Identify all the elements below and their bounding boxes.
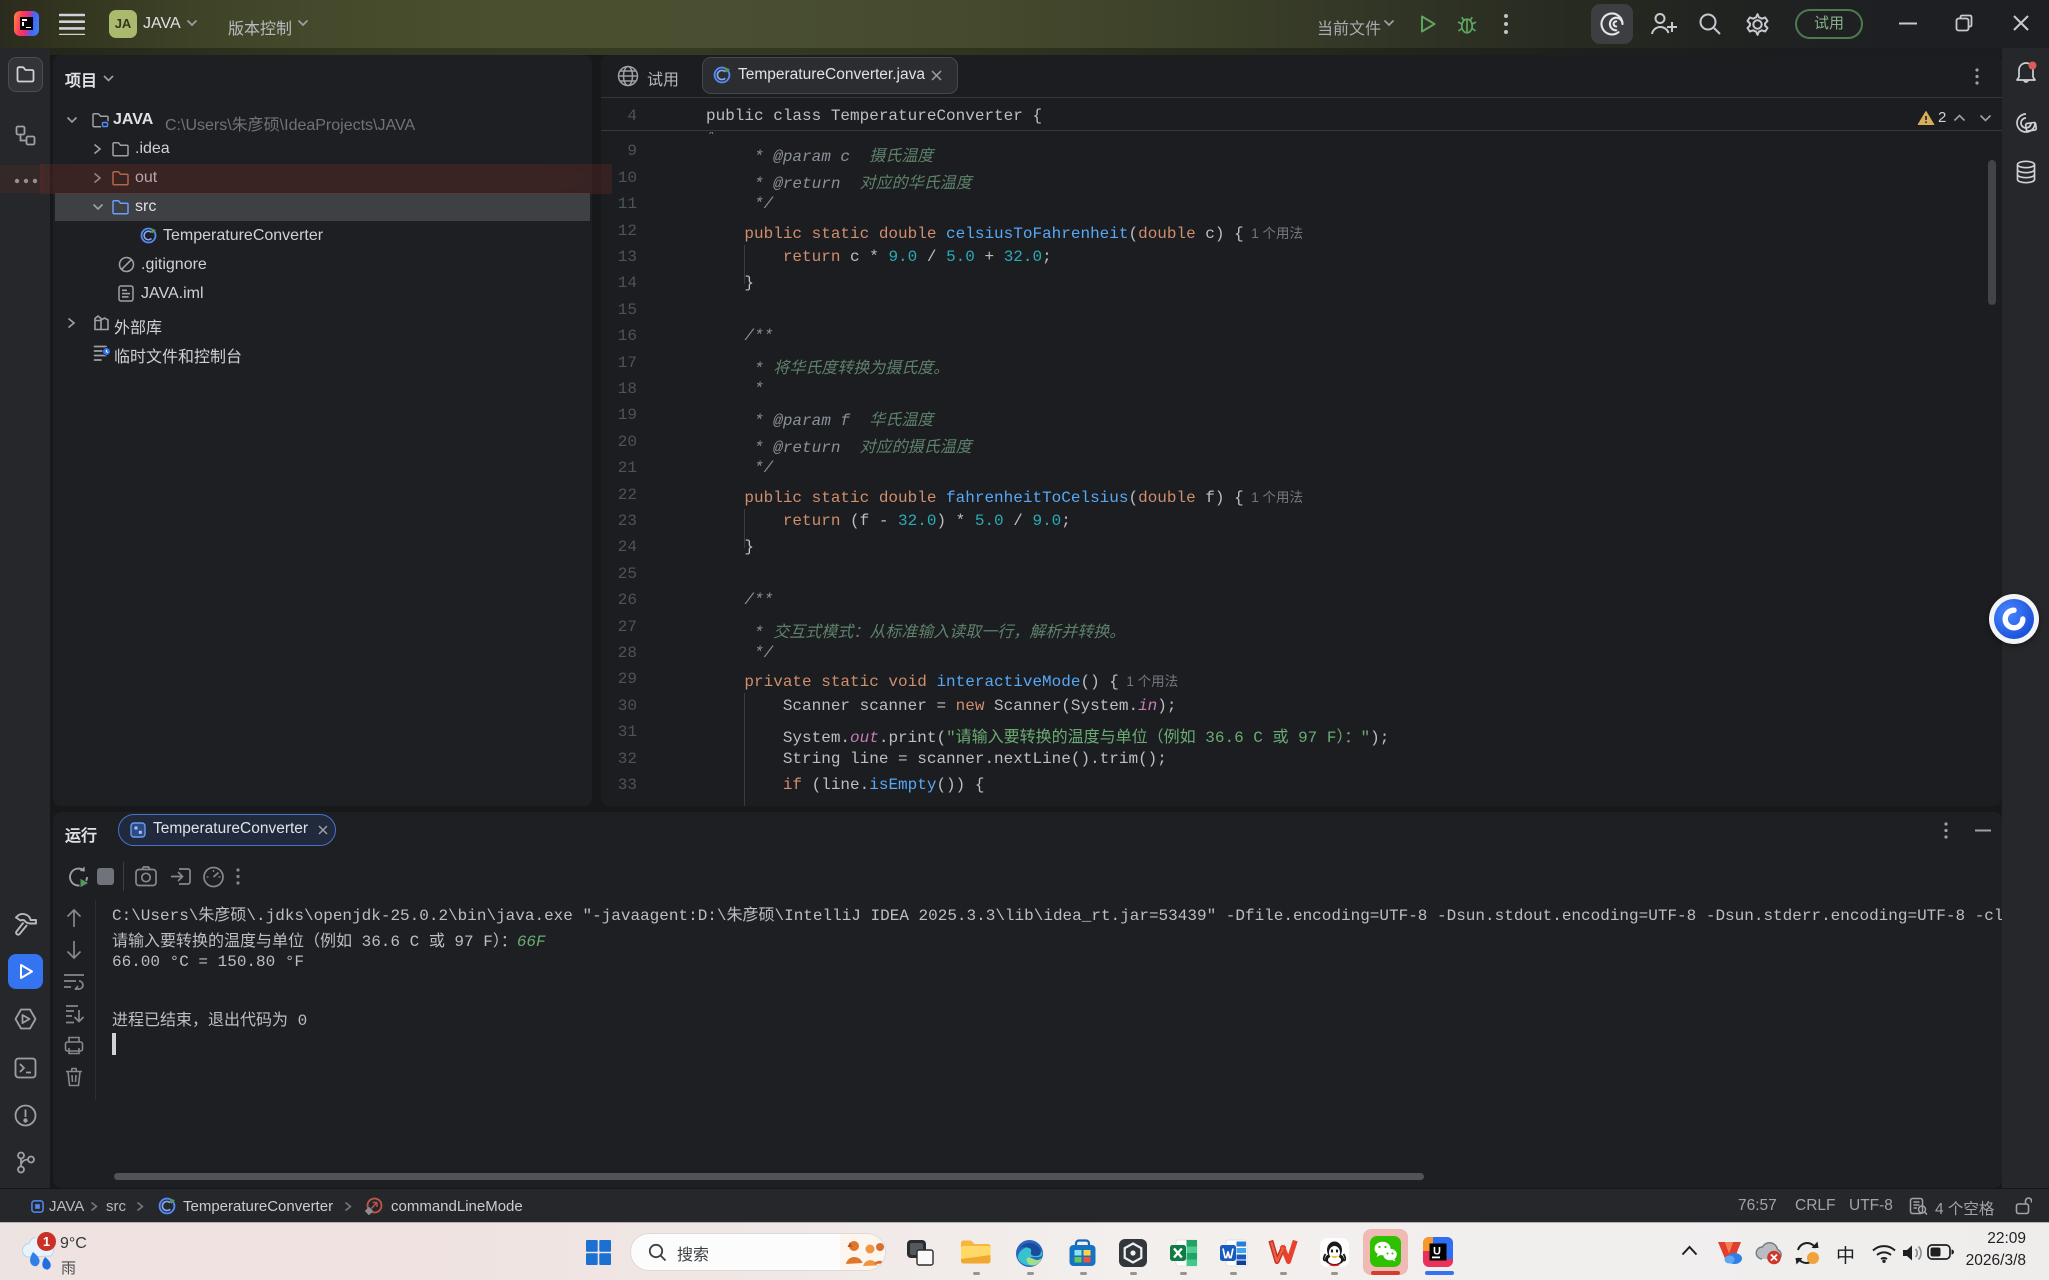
svg-text:U: U: [1433, 1246, 1441, 1258]
